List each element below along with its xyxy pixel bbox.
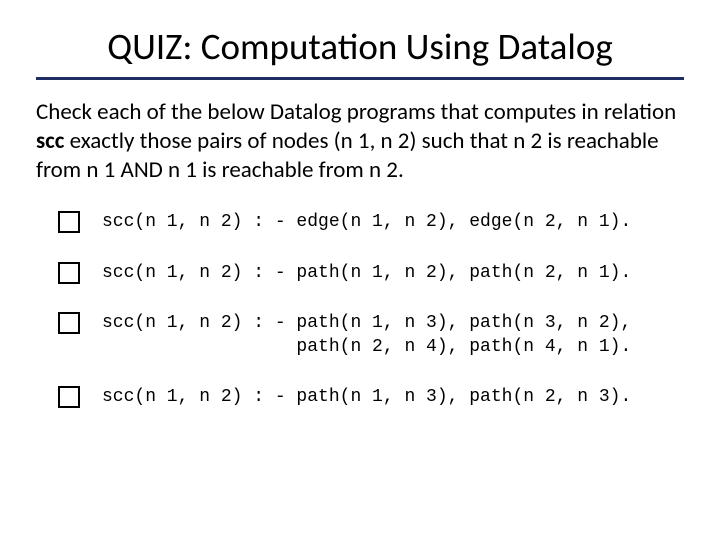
prompt-keyword: scc [36,127,64,155]
title-divider [36,77,684,80]
options-list: scc(n 1, n 2) : - edge(n 1, n 2), edge(n… [36,210,684,409]
prompt-text-pre: Check each of the below Datalog programs… [36,98,676,126]
checkbox-2[interactable] [58,262,80,284]
option-2-code: scc(n 1, n 2) : - path(n 1, n 2), path(n… [102,261,631,285]
option-4-code: scc(n 1, n 2) : - path(n 1, n 3), path(n… [102,385,631,409]
slide: QUIZ: Computation Using Datalog Check ea… [0,0,720,540]
option-4: scc(n 1, n 2) : - path(n 1, n 3), path(n… [58,385,684,409]
prompt-text-post: exactly those pairs of nodes (n 1, n 2) … [36,127,659,184]
checkbox-3[interactable] [58,312,80,334]
page-title: QUIZ: Computation Using Datalog [36,24,684,69]
option-3-code: scc(n 1, n 2) : - path(n 1, n 3), path(n… [102,311,631,360]
option-1-code: scc(n 1, n 2) : - edge(n 1, n 2), edge(n… [102,210,631,234]
checkbox-4[interactable] [58,386,80,408]
question-prompt: Check each of the below Datalog programs… [36,98,684,184]
option-2: scc(n 1, n 2) : - path(n 1, n 2), path(n… [58,261,684,285]
option-1: scc(n 1, n 2) : - edge(n 1, n 2), edge(n… [58,210,684,234]
option-3: scc(n 1, n 2) : - path(n 1, n 3), path(n… [58,311,684,360]
checkbox-1[interactable] [58,211,80,233]
